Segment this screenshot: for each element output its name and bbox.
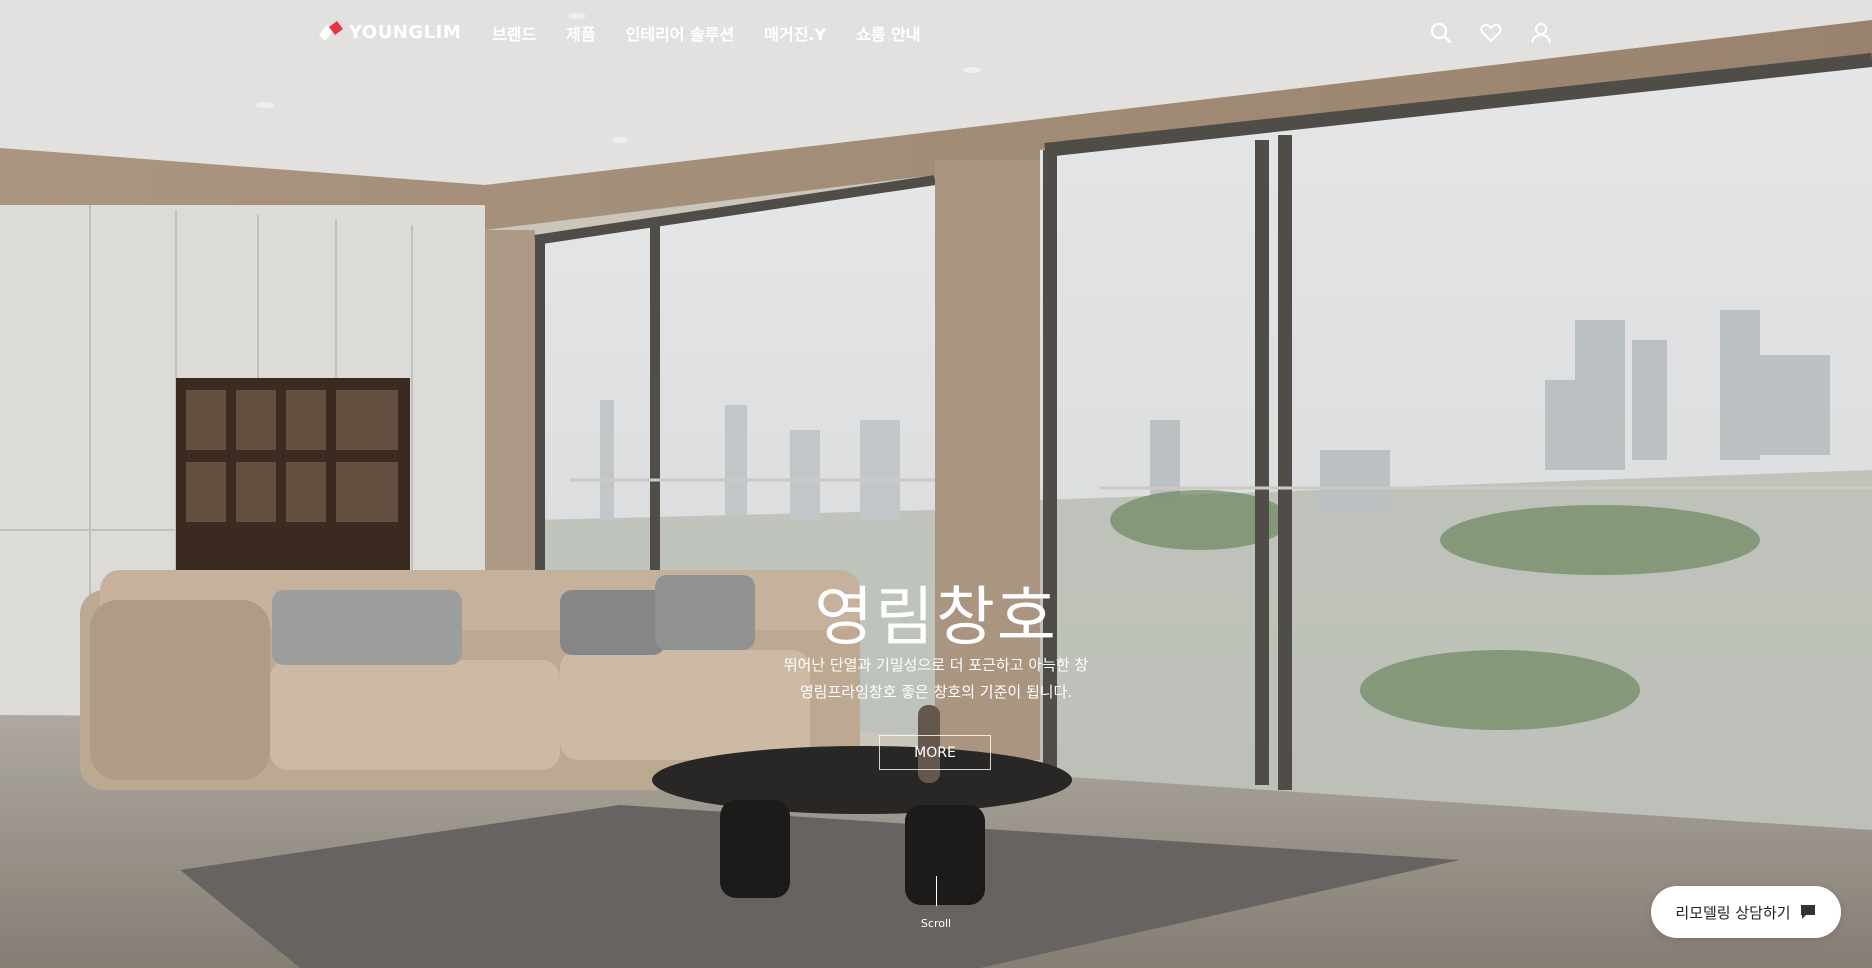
consult-label: 리모델링 상담하기 bbox=[1675, 903, 1791, 922]
site-header: YOUNGLIM 브랜드 제품 인테리어 솔루션 매거진.Y 쇼룸 안내 bbox=[0, 0, 1872, 66]
scroll-indicator-line bbox=[936, 876, 937, 906]
logo-mark-icon bbox=[319, 21, 343, 41]
heart-icon bbox=[1480, 24, 1502, 42]
logo-text: YOUNGLIM bbox=[349, 21, 462, 43]
more-button[interactable]: MORE bbox=[879, 735, 991, 770]
nav-item-magazine[interactable]: 매거진.Y bbox=[764, 21, 826, 45]
brand-logo[interactable]: YOUNGLIM bbox=[317, 21, 461, 43]
wishlist-button[interactable] bbox=[1480, 22, 1502, 44]
nav-item-interior-solution[interactable]: 인테리어 솔루션 bbox=[626, 21, 735, 45]
hero-description: 뛰어난 단열과 기밀성으로 더 포근하고 아늑한 창 영림프라임창호 좋은 창호… bbox=[0, 652, 1872, 706]
living-room-photo bbox=[0, 0, 1872, 968]
nav-item-products[interactable]: 제품 bbox=[566, 21, 595, 45]
search-button[interactable] bbox=[1430, 22, 1452, 44]
hero-background bbox=[0, 0, 1872, 968]
chat-bubble-icon bbox=[1800, 905, 1815, 919]
remodeling-consult-button[interactable]: 리모델링 상담하기 bbox=[1651, 886, 1841, 938]
nav-item-showroom[interactable]: 쇼룸 안내 bbox=[856, 21, 920, 45]
hero-description-line: 영림프라임창호 좋은 창호의 기준이 됩니다. bbox=[799, 683, 1073, 701]
hero-description-line: 뛰어난 단열과 기밀성으로 더 포근하고 아늑한 창 bbox=[783, 656, 1089, 674]
account-button[interactable] bbox=[1530, 22, 1552, 44]
hero-title: 영림창호 bbox=[814, 581, 1058, 655]
scroll-indicator-label: Scroll bbox=[920, 917, 952, 930]
main-nav: 브랜드 제품 인테리어 솔루션 매거진.Y 쇼룸 안내 bbox=[492, 21, 921, 45]
nav-item-brand[interactable]: 브랜드 bbox=[492, 21, 536, 45]
search-icon bbox=[1430, 22, 1452, 44]
user-icon bbox=[1531, 23, 1551, 44]
